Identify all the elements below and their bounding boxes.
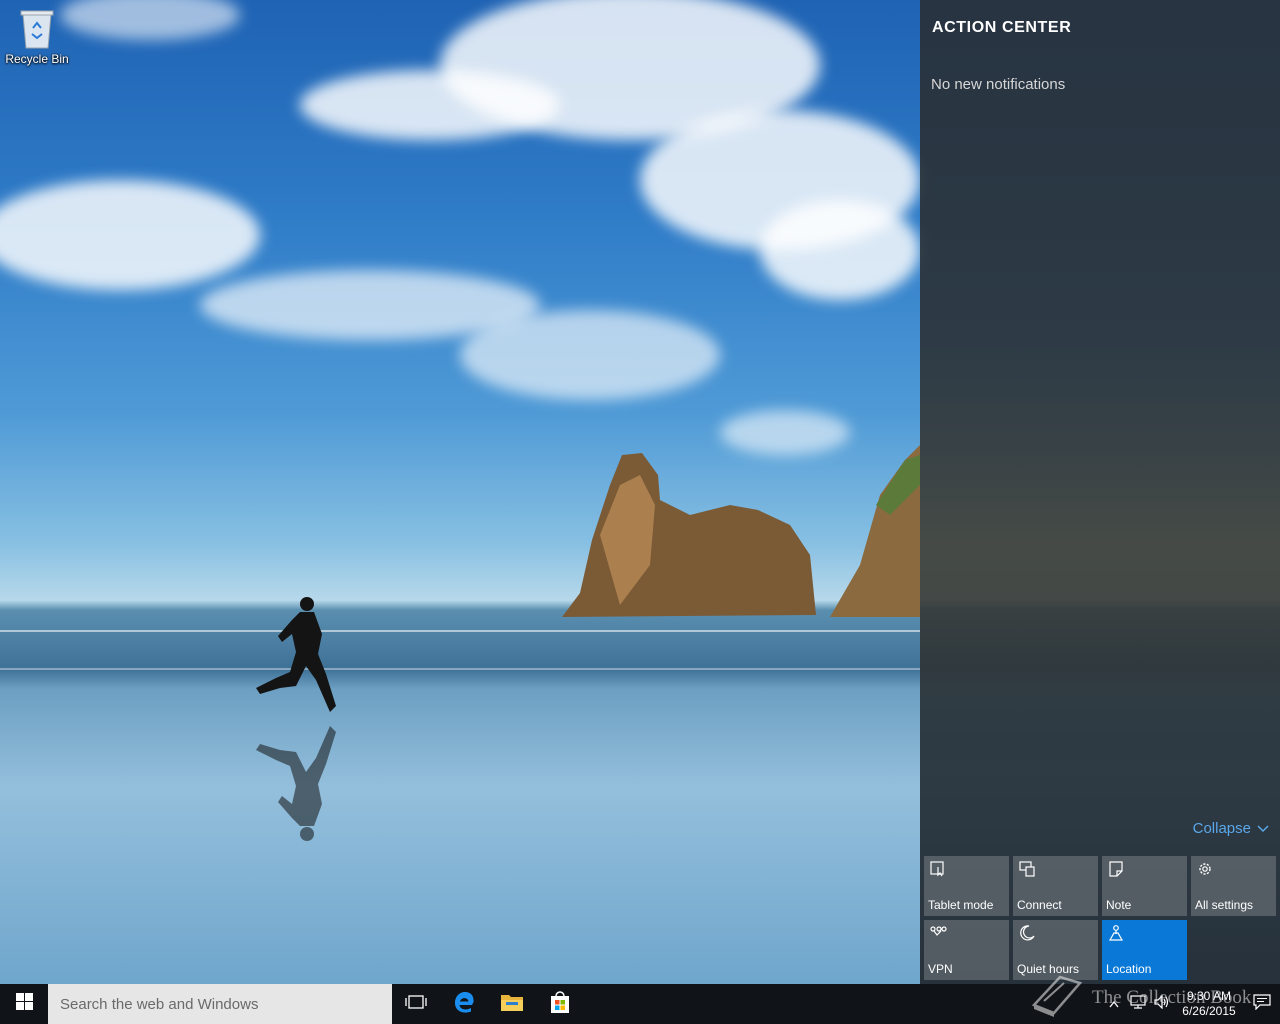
tile-label: Tablet mode <box>928 898 994 912</box>
start-button[interactable] <box>0 984 48 1024</box>
notification-icon <box>1253 993 1271 1015</box>
quick-action-note[interactable]: Note <box>1102 856 1187 916</box>
desktop-icon-label: Recycle Bin <box>5 52 69 66</box>
search-box[interactable] <box>48 984 392 1024</box>
quick-action-vpn[interactable]: VPN <box>924 920 1009 980</box>
watermark: The Collection Book <box>1030 973 1251 1022</box>
desktop-icon-recycle-bin[interactable]: Recycle Bin <box>4 6 70 66</box>
book-icon <box>1030 973 1084 1022</box>
recycle-bin-icon <box>4 6 70 50</box>
folder-icon <box>500 992 524 1017</box>
tile-label: VPN <box>928 962 953 976</box>
action-center-panel: ACTION CENTER No new notifications Colla… <box>920 0 1280 984</box>
task-view-button[interactable] <box>392 984 440 1024</box>
edge-button[interactable] <box>440 984 488 1024</box>
quick-action-quiet-hours[interactable]: Quiet hours <box>1013 920 1098 980</box>
quick-action-connect[interactable]: Connect <box>1013 856 1098 916</box>
collapse-button[interactable]: Collapse <box>1193 820 1269 837</box>
vpn-icon <box>929 924 947 942</box>
windows-logo-icon <box>15 993 33 1015</box>
chevron-down-icon <box>1257 820 1269 837</box>
sea-stack-rock <box>562 445 920 617</box>
tablet-mode-icon <box>929 860 947 878</box>
search-input[interactable] <box>60 995 392 1013</box>
store-icon <box>549 990 571 1019</box>
runner-silhouette <box>256 597 336 841</box>
edge-icon <box>452 990 476 1019</box>
connect-icon <box>1018 860 1036 878</box>
task-view-icon <box>405 994 427 1015</box>
tile-label: Note <box>1106 898 1132 912</box>
quick-action-tablet-mode[interactable]: Tablet mode <box>924 856 1009 916</box>
note-icon <box>1107 860 1125 878</box>
tile-label: All settings <box>1195 898 1254 912</box>
quick-action-all-settings[interactable]: All settings <box>1191 856 1276 916</box>
collapse-label: Collapse <box>1192 820 1251 837</box>
quick-action-location[interactable]: Location <box>1102 920 1187 980</box>
watermark-text: The Collection Book <box>1092 986 1252 1008</box>
quick-actions-grid: Tablet mode Connect Note All settings VP… <box>924 856 1276 980</box>
gear-icon <box>1196 860 1214 878</box>
moon-icon <box>1018 924 1036 942</box>
location-icon <box>1107 924 1125 942</box>
no-notifications-message: No new notifications <box>931 76 1066 93</box>
tile-label: Connect <box>1017 898 1062 912</box>
store-button[interactable] <box>536 984 584 1024</box>
file-explorer-button[interactable] <box>488 984 536 1024</box>
action-center-title: ACTION CENTER <box>932 19 1072 36</box>
